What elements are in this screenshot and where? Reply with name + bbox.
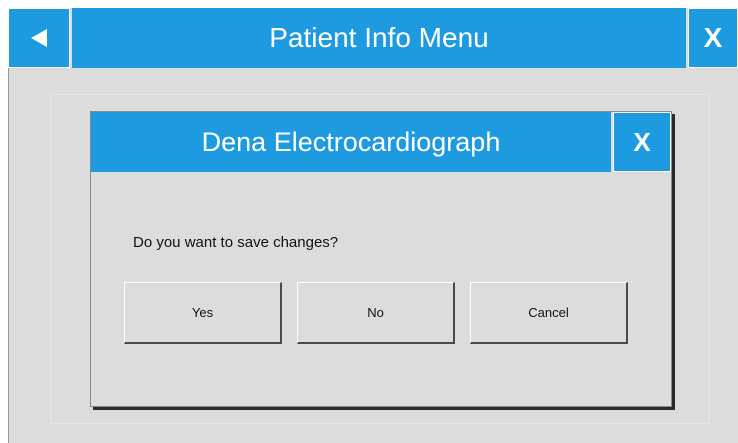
save-changes-dialog: Dena Electrocardiograph X Do you want to… (90, 111, 672, 407)
back-button[interactable] (8, 8, 70, 68)
top-bar: Patient Info Menu X (8, 8, 738, 70)
dialog-close-button[interactable]: X (613, 112, 671, 172)
page-title: Patient Info Menu (269, 22, 489, 53)
no-button[interactable]: No (297, 282, 455, 344)
top-bar-title-box: Patient Info Menu (72, 8, 686, 68)
yes-button[interactable]: Yes (124, 282, 282, 344)
screen: Patient Info Menu X Dena Electrocardiogr… (0, 0, 738, 443)
close-button[interactable]: X (688, 8, 738, 68)
cancel-button[interactable]: Cancel (470, 282, 628, 344)
back-arrow-icon (31, 29, 47, 47)
dialog-header: Dena Electrocardiograph (91, 112, 611, 172)
dialog-message: Do you want to save changes? (133, 234, 339, 251)
dialog-title: Dena Electrocardiograph (201, 126, 501, 157)
